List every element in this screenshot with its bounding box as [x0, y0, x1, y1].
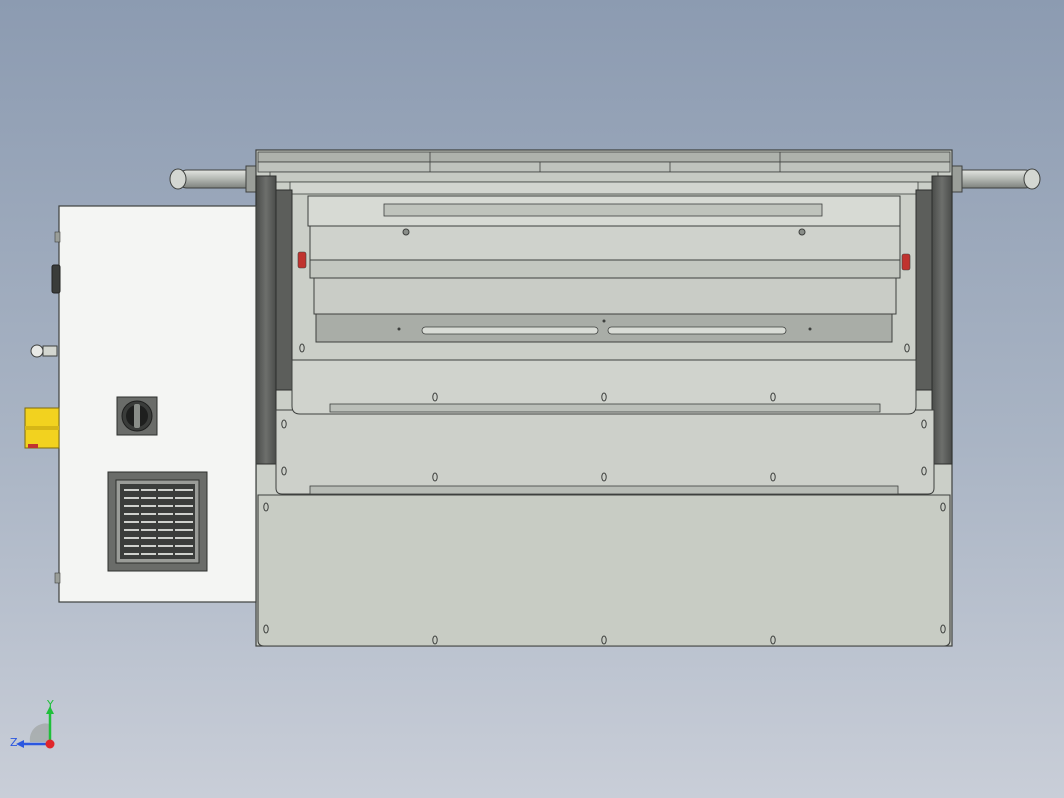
z-axis-label: Z	[10, 736, 18, 749]
key-lock-icon	[30, 344, 58, 358]
cad-viewport[interactable]: Y Z	[0, 0, 1064, 798]
rotary-switch[interactable]	[116, 396, 158, 436]
lower-tray	[257, 359, 951, 647]
machine-model[interactable]	[0, 0, 1064, 798]
orientation-triad: Y Z	[10, 698, 55, 749]
roller-assembly	[297, 195, 911, 343]
vent-grille	[107, 471, 208, 572]
y-axis-label: Y	[46, 698, 54, 711]
emergency-stop-housing	[24, 407, 60, 449]
x-axis-dot	[45, 739, 55, 749]
triad-arc	[29, 723, 50, 742]
